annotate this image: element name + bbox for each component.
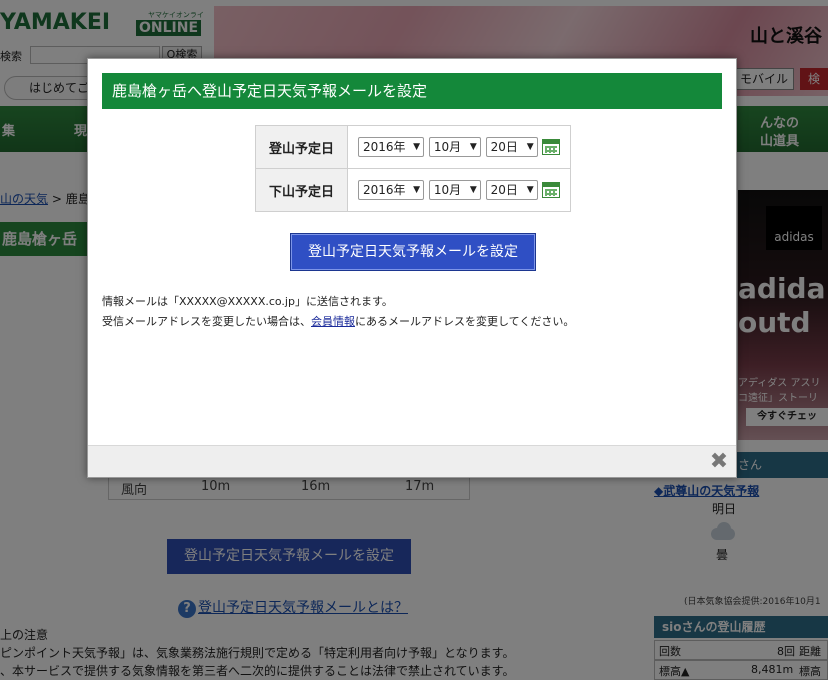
- descent-year-value: 2016年: [363, 183, 406, 197]
- descent-year-select[interactable]: 2016年 ▼: [358, 180, 424, 200]
- descent-day-select[interactable]: 20日 ▼: [485, 180, 538, 200]
- calendar-icon[interactable]: [542, 182, 561, 198]
- descent-day-value: 20日: [490, 183, 518, 197]
- descent-month-value: 10月: [433, 183, 462, 197]
- dialog-title: 鹿島槍ヶ岳へ登山予定日天気予報メールを設定: [102, 73, 722, 109]
- dialog-footer: ✖: [88, 445, 736, 477]
- climb-day-value: 20日: [490, 140, 518, 154]
- descent-month-select[interactable]: 10月 ▼: [428, 180, 481, 200]
- climb-date-selects: 2016年 ▼ 10月 ▼ 20日 ▼: [347, 125, 571, 169]
- set-mail-button[interactable]: 登山予定日天気予報メールを設定: [290, 233, 536, 271]
- dropdown-arrow-icon: ▼: [469, 142, 477, 152]
- climb-month-value: 10月: [433, 140, 462, 154]
- dropdown-arrow-icon: ▼: [526, 142, 534, 152]
- descent-date-selects: 2016年 ▼ 10月 ▼ 20日 ▼: [347, 168, 571, 212]
- calendar-icon[interactable]: [542, 139, 561, 155]
- info-line-2-pre: 受信メールアドレスを変更したい場合は、: [102, 315, 311, 328]
- climb-year-select[interactable]: 2016年 ▼: [358, 137, 424, 157]
- climb-date-label: 登山予定日: [255, 125, 348, 169]
- climb-day-select[interactable]: 20日 ▼: [485, 137, 538, 157]
- mail-setting-dialog: 鹿島槍ヶ岳へ登山予定日天気予報メールを設定 登山予定日 2016年 ▼ 10月 ▼ …: [87, 58, 737, 478]
- info-line-2: 受信メールアドレスを変更したい場合は、会員情報にあるメールアドレスを変更してくだ…: [102, 313, 574, 329]
- climb-year-value: 2016年: [363, 140, 406, 154]
- dropdown-arrow-icon: ▼: [469, 185, 477, 195]
- dropdown-arrow-icon: ▼: [413, 142, 420, 152]
- descent-date-label: 下山予定日: [255, 168, 348, 212]
- descent-date-row: 下山予定日 2016年 ▼ 10月 ▼ 20日 ▼: [255, 168, 571, 212]
- info-line-1: 情報メールは「XXXXX@XXXXX.co.jp」に送信されます。: [102, 295, 393, 308]
- close-icon[interactable]: ✖: [708, 451, 730, 473]
- member-info-link[interactable]: 会員情報: [311, 315, 355, 328]
- dropdown-arrow-icon: ▼: [526, 185, 534, 195]
- climb-date-row: 登山予定日 2016年 ▼ 10月 ▼ 20日 ▼: [255, 125, 571, 169]
- climb-month-select[interactable]: 10月 ▼: [428, 137, 481, 157]
- dropdown-arrow-icon: ▼: [413, 185, 420, 195]
- date-table: 登山予定日 2016年 ▼ 10月 ▼ 20日 ▼ 下山予定日 2016年 ▼ 10月 ▼…: [255, 125, 571, 212]
- info-line-2-post: にあるメールアドレスを変更してください。: [355, 315, 575, 328]
